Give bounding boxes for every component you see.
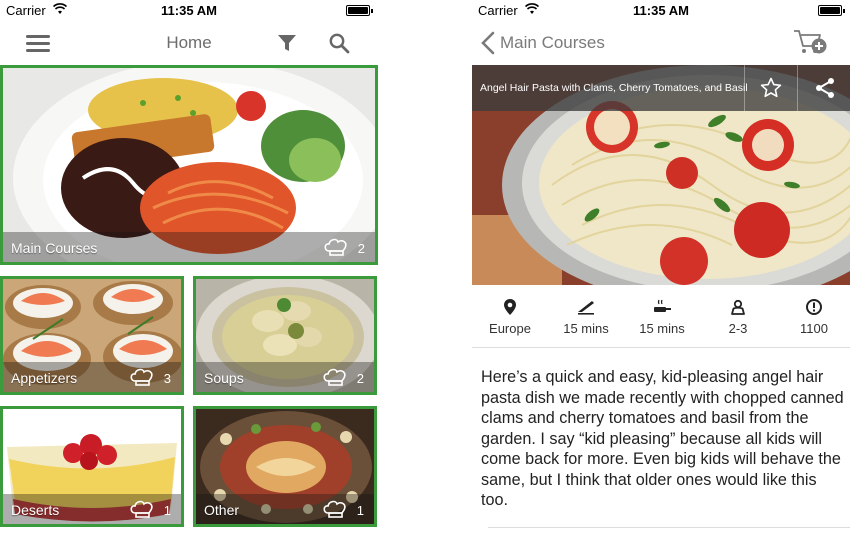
recipe-count: 3 [163,371,171,386]
calories-icon [806,299,822,315]
category-tile-other[interactable]: Other 1 [193,406,377,527]
servings-icon [731,299,745,315]
recipe-description: Here’s a quick and easy, kid-pleasing an… [481,368,844,509]
prep-knife-icon [578,301,594,315]
detail-navbar: Main Courses [472,24,850,62]
meta-value: Europe [489,321,531,336]
recipe-title-bar: Angel Hair Pasta with Clams, Cherry Toma… [472,65,850,111]
chef-hat-icon [324,238,347,256]
home-screen: Carrier 11:35 AM Home Main Courses 2 App… [0,0,378,537]
recipe-meta-row: Europe 15 mins 15 mins 2-3 1100 [472,290,850,348]
chef-hat-icon [323,368,346,386]
battery-icon [346,5,373,16]
status-bar: Carrier 11:35 AM [0,0,378,22]
meta-cook-time: 15 mins [624,290,700,336]
meta-calories: 1100 [776,290,850,336]
recipe-detail-screen: Carrier 11:35 AM Main Courses Angel Hair… [472,0,850,537]
page-title: Home [166,33,212,52]
favorite-button[interactable] [744,65,797,111]
share-icon [816,78,834,98]
recipe-hero: Angel Hair Pasta with Clams, Cherry Toma… [472,65,850,285]
status-bar: Carrier 11:35 AM [472,0,850,22]
star-icon [760,77,782,98]
recipe-count: 2 [357,241,365,256]
category-label: Other [204,502,240,518]
location-icon [504,299,516,315]
meta-value: 1100 [800,321,828,336]
category-label: Soups [204,370,244,386]
cooking-pan-icon [654,299,671,312]
meta-value: 15 mins [563,321,609,336]
meta-region: Europe [472,290,548,336]
recipe-count: 1 [163,503,171,518]
meta-value: 2-3 [728,321,748,336]
category-tile-deserts[interactable]: Deserts 1 [0,406,184,527]
share-button[interactable] [797,65,850,111]
divider [488,527,850,528]
recipe-title: Angel Hair Pasta with Clams, Cherry Toma… [480,82,748,94]
chevron-left-icon [481,31,495,55]
category-label: Main Courses [11,240,98,256]
recipe-count: 1 [356,503,364,518]
chef-hat-icon [130,500,153,518]
home-navbar: Home [0,24,378,62]
category-tile-soups[interactable]: Soups 2 [193,276,377,395]
meta-prep-time: 15 mins [548,290,624,336]
category-label: Appetizers [11,370,78,386]
add-to-cart-icon[interactable] [792,26,828,58]
clock: 11:35 AM [633,3,689,18]
meta-value: 15 mins [639,321,685,336]
battery-icon [818,5,845,16]
filter-icon[interactable] [276,32,298,54]
clock: 11:35 AM [161,3,217,18]
chef-hat-icon [323,500,346,518]
category-label: Deserts [11,502,60,518]
search-icon[interactable] [328,32,350,54]
chef-hat-icon [130,368,153,386]
back-label: Main Courses [500,33,605,52]
category-tile-main-courses[interactable]: Main Courses 2 [0,65,378,265]
recipe-count: 2 [356,371,364,386]
meta-servings: 2-3 [700,290,776,336]
category-tile-appetizers[interactable]: Appetizers 3 [0,276,184,395]
